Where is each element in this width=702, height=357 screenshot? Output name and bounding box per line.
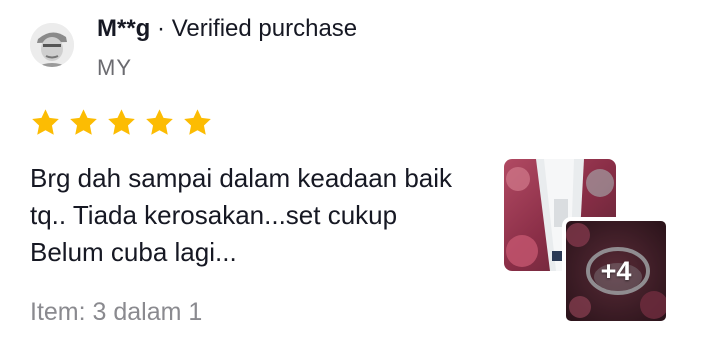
- review-photo-more[interactable]: +4: [562, 217, 670, 325]
- review-header: M**g · Verified purchase: [97, 14, 357, 44]
- item-variant-label: Item: 3 dalam 1: [30, 298, 203, 326]
- star-icon: [70, 109, 97, 135]
- reviewer-avatar: [30, 23, 74, 67]
- header-separator: ·: [157, 15, 166, 42]
- reviewer-region: MY: [97, 55, 132, 80]
- verified-purchase-label: Verified purchase: [171, 15, 358, 42]
- more-photos-count: +4: [600, 255, 632, 286]
- star-icon: [184, 109, 211, 135]
- star-rating: [30, 107, 213, 138]
- review-text: Brg dah sampai dalam keadaan baik tq.. T…: [30, 163, 453, 267]
- star-icon: [146, 109, 173, 135]
- more-photos-overlay: +4: [566, 221, 666, 321]
- reviewer-name[interactable]: M**g: [97, 15, 150, 42]
- star-icon: [108, 109, 135, 135]
- star-icon: [32, 109, 59, 135]
